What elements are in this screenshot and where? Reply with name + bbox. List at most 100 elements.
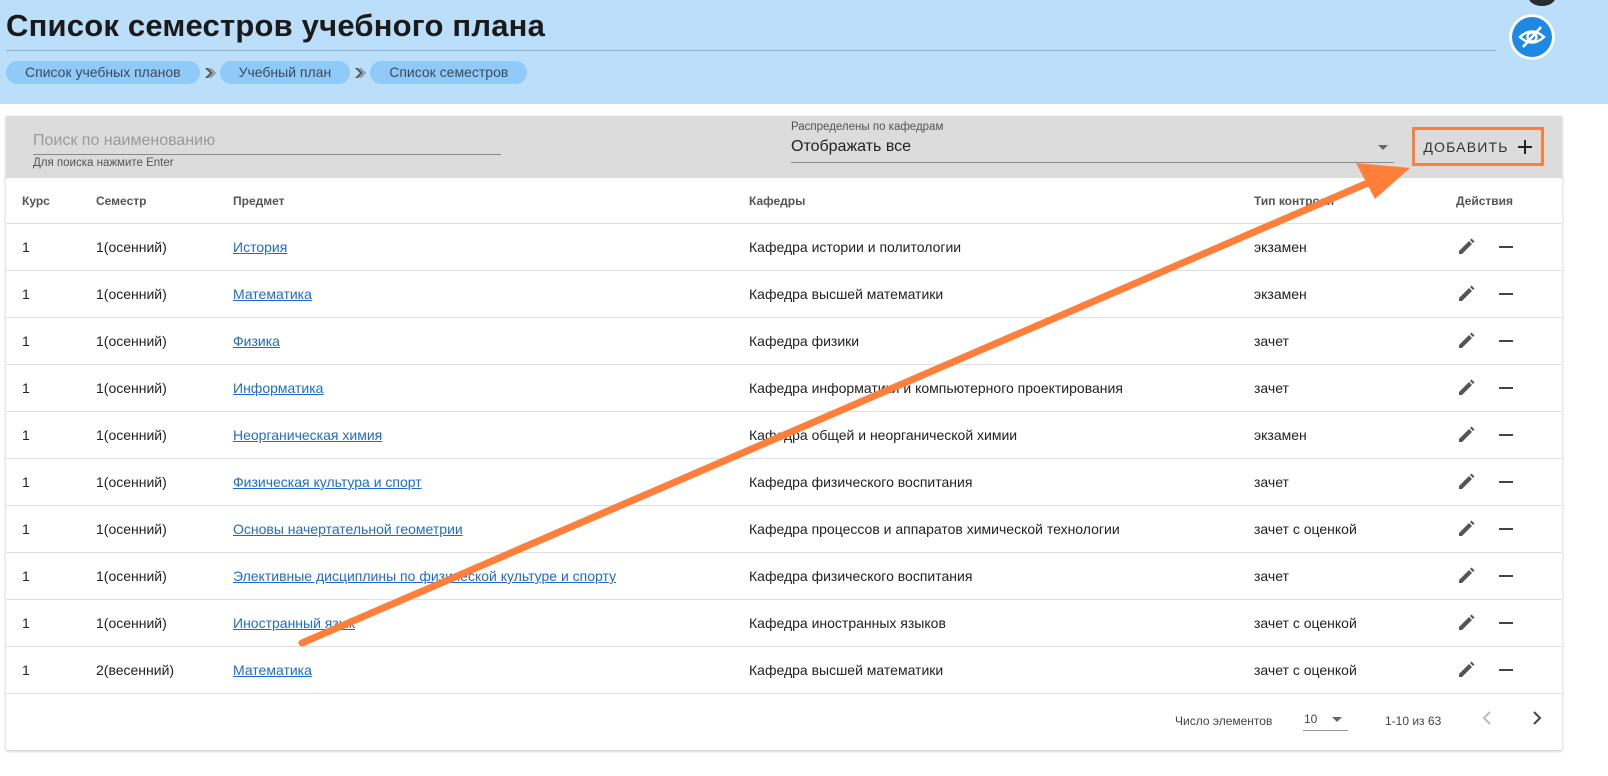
cell-department: Кафедра физического воспитания — [749, 458, 1254, 506]
subject-link[interactable]: Математика — [233, 286, 312, 302]
column-header-semester[interactable]: Семестр — [96, 178, 233, 224]
edit-button[interactable] — [1456, 566, 1476, 586]
subject-link[interactable]: Элективные дисциплины по физической куль… — [233, 568, 616, 584]
cell-semester: 1(осенний) — [96, 270, 233, 318]
breadcrumb-plan[interactable]: Учебный план — [219, 61, 351, 84]
add-button-label: ДОБАВИТЬ — [1423, 138, 1509, 155]
edit-button[interactable] — [1456, 425, 1476, 445]
table-row: 1 2(весенний) Математика Кафедра высшей … — [6, 646, 1562, 694]
minus-icon — [1499, 669, 1513, 671]
edit-button[interactable] — [1456, 613, 1476, 633]
department-filter: Распределены по кафедрам Отображать все — [791, 120, 1394, 163]
add-button[interactable]: ДОБАВИТЬ — [1412, 127, 1544, 166]
table-row: 1 1(осенний) Математика Кафедра высшей м… — [6, 270, 1562, 318]
cell-control-type: зачет — [1254, 364, 1456, 412]
plus-icon — [1517, 139, 1532, 154]
row-actions — [1456, 284, 1562, 304]
edit-button[interactable] — [1456, 284, 1476, 304]
column-header-subject[interactable]: Предмет — [233, 178, 749, 224]
column-header-course[interactable]: Курс — [6, 178, 96, 224]
edit-button[interactable] — [1456, 331, 1476, 351]
remove-button[interactable] — [1496, 566, 1516, 586]
department-filter-label: Распределены по кафедрам — [791, 121, 944, 133]
edit-button[interactable] — [1456, 519, 1476, 539]
row-actions — [1456, 613, 1562, 633]
subject-link[interactable]: Неорганическая химия — [233, 427, 382, 443]
row-actions — [1456, 472, 1562, 492]
row-actions — [1456, 331, 1562, 351]
edit-button[interactable] — [1456, 237, 1476, 257]
per-page-select[interactable]: 10 — [1303, 708, 1348, 731]
row-actions — [1456, 425, 1562, 445]
row-actions — [1456, 378, 1562, 398]
minus-icon — [1499, 293, 1513, 295]
subject-link[interactable]: История — [233, 239, 287, 255]
cell-department: Кафедра высшей математики — [749, 646, 1254, 694]
cell-semester: 1(осенний) — [96, 458, 233, 506]
cell-control-type: зачет — [1254, 552, 1456, 600]
cell-department: Кафедра общей и неорганической химии — [749, 411, 1254, 459]
department-filter-select[interactable]: Отображать все — [791, 134, 1394, 163]
minus-icon — [1499, 434, 1513, 436]
subject-link[interactable]: Иностранный язык — [233, 615, 355, 631]
cell-department: Кафедра информатики и компьютерного прое… — [749, 364, 1254, 412]
table-row: 1 1(осенний) Информатика Кафедра информа… — [6, 364, 1562, 412]
remove-button[interactable] — [1496, 613, 1516, 633]
remove-button[interactable] — [1496, 284, 1516, 304]
table-header-row: Курс Семестр Предмет Кафедры Тип контрол… — [6, 178, 1562, 224]
minus-icon — [1499, 246, 1513, 248]
subject-link[interactable]: Математика — [233, 662, 312, 678]
cell-control-type: экзамен — [1254, 270, 1456, 318]
breadcrumb-semesters[interactable]: Список семестров — [370, 61, 528, 84]
cell-semester: 1(осенний) — [96, 505, 233, 553]
table-row: 1 1(осенний) Иностранный язык Кафедра ин… — [6, 599, 1562, 647]
minus-icon — [1499, 481, 1513, 483]
cell-department: Кафедра физики — [749, 317, 1254, 365]
eye-off-icon — [1518, 26, 1546, 48]
minus-icon — [1499, 528, 1513, 530]
remove-button[interactable] — [1496, 660, 1516, 680]
cell-course: 1 — [6, 646, 96, 694]
breadcrumb-plans-list[interactable]: Список учебных планов — [6, 61, 200, 84]
subject-link[interactable]: Информатика — [233, 380, 323, 396]
table-row: 1 1(осенний) История Кафедра истории и п… — [6, 223, 1562, 271]
column-header-control-type[interactable]: Тип контроля — [1254, 178, 1456, 224]
subject-link[interactable]: Физика — [233, 333, 280, 349]
search-input[interactable] — [33, 128, 501, 155]
remove-button[interactable] — [1496, 331, 1516, 351]
cell-department: Кафедра физического воспитания — [749, 552, 1254, 600]
remove-button[interactable] — [1496, 519, 1516, 539]
previous-page-button[interactable] — [1480, 710, 1496, 729]
pencil-icon — [1459, 614, 1475, 630]
cell-control-type: экзамен — [1254, 223, 1456, 271]
dropdown-arrow-icon — [1332, 717, 1342, 722]
cell-course: 1 — [6, 411, 96, 459]
cell-control-type: зачет с оценкой — [1254, 646, 1456, 694]
remove-button[interactable] — [1496, 237, 1516, 257]
edit-button[interactable] — [1456, 660, 1476, 680]
remove-button[interactable] — [1496, 472, 1516, 492]
row-actions — [1456, 237, 1562, 257]
next-page-button[interactable] — [1528, 710, 1544, 729]
visibility-toggle-button[interactable] — [1509, 14, 1555, 60]
cell-semester: 2(весенний) — [96, 646, 233, 694]
pencil-icon — [1459, 379, 1475, 395]
column-header-departments[interactable]: Кафедры — [749, 178, 1254, 224]
column-header-actions: Действия — [1456, 178, 1562, 224]
cell-semester: 1(осенний) — [96, 552, 233, 600]
subject-link[interactable]: Физическая культура и спорт — [233, 474, 422, 490]
edit-button[interactable] — [1456, 378, 1476, 398]
pencil-icon — [1459, 332, 1475, 348]
subject-link[interactable]: Основы начертательной геометрии — [233, 521, 463, 537]
cell-department: Кафедра истории и политологии — [749, 223, 1254, 271]
remove-button[interactable] — [1496, 425, 1516, 445]
remove-button[interactable] — [1496, 378, 1516, 398]
pencil-icon — [1459, 285, 1475, 301]
cell-course: 1 — [6, 458, 96, 506]
pencil-icon — [1459, 661, 1475, 677]
pencil-icon — [1459, 567, 1475, 583]
dropdown-arrow-icon — [1378, 145, 1388, 150]
table-row: 1 1(осенний) Неорганическая химия Кафедр… — [6, 411, 1562, 459]
cell-control-type: зачет — [1254, 458, 1456, 506]
edit-button[interactable] — [1456, 472, 1476, 492]
